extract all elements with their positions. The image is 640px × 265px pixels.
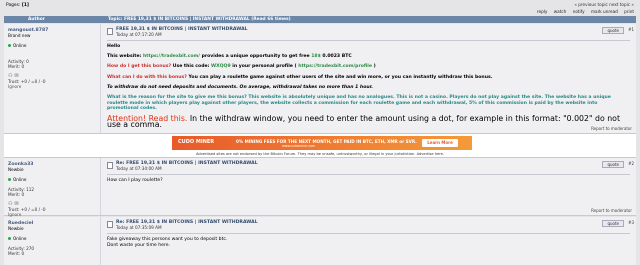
merit-count: Merit: 0: [8, 64, 25, 70]
ad-disclaimer: Advertised sites are not endorsed by the…: [196, 152, 444, 156]
website-line: This website: https://tradexbit.com/ pro…: [107, 54, 352, 60]
post-content: How can I play roulette?: [107, 178, 630, 184]
online-dot-icon: [8, 44, 11, 47]
online-status: Online: [8, 43, 96, 48]
post-body: Re: FREE 19,31 $ IN BITCOINS | INSTANT W…: [100, 217, 636, 265]
message-icon[interactable]: ✉: [14, 201, 18, 207]
ad-promo-text: 0% MINING FEES FOR THE NEXT MONTH, GET P…: [236, 139, 417, 144]
print-link[interactable]: print: [624, 9, 634, 14]
post-subject: FREE 19,31 $ IN BITCOINS | INSTANT WITHD…: [107, 27, 630, 37]
post-number[interactable]: #3: [628, 220, 634, 225]
post-subject: Re: FREE 19,31 $ IN BITCOINS | INSTANT W…: [107, 220, 630, 230]
topic-actions: reply watch notify mark unread print: [532, 9, 634, 14]
ad-logo: CUDO MINER: [178, 139, 215, 145]
post-3: Ruedeciel Newbie Online Activity: 270 Me…: [4, 217, 636, 265]
reply-link[interactable]: reply: [537, 9, 548, 14]
reply-line-2: Dont waste your time here.: [107, 242, 171, 248]
post-date: Today at 07:35:09 AM: [116, 225, 162, 230]
post-subject: Re: FREE 19,31 $ IN BITCOINS | INSTANT W…: [107, 161, 630, 171]
post-1: mangoust.8787 Brand new Online Activity:…: [4, 24, 636, 134]
ignore-link[interactable]: Ignore: [8, 84, 96, 89]
quote-button[interactable]: quote: [602, 161, 624, 168]
post-2: Zoonka33 Newbie Online Activity: 112 Mer…: [4, 158, 636, 217]
topic-title: Topic: FREE 19,31 $ IN BITCOINS | INSTAN…: [108, 17, 291, 22]
topic-navigation[interactable]: « previous topic next topic »: [574, 2, 634, 7]
post-number[interactable]: #1: [628, 27, 634, 32]
post-content: Fake giveaway this persons want you to d…: [107, 237, 630, 248]
watch-link[interactable]: watch: [554, 9, 567, 14]
ad-block: CUDO MINER 0% MINING FEES FOR THE NEXT M…: [4, 134, 636, 158]
profile-icon[interactable]: ⚇: [8, 201, 12, 207]
post-body: Re: FREE 19,31 $ IN BITCOINS | INSTANT W…: [100, 158, 636, 215]
notify-link[interactable]: notify: [573, 9, 585, 14]
post-author-panel: Zoonka33 Newbie Online Activity: 112 Mer…: [4, 158, 100, 217]
how-line: How do I get this bonus? Use this code: …: [107, 64, 376, 70]
online-dot-icon: [8, 178, 11, 181]
merit-count: Merit: 0: [8, 192, 25, 198]
author-rank: Newbie: [8, 167, 24, 172]
divider: [107, 233, 630, 234]
website-link[interactable]: https://tradexbit.com/: [143, 54, 200, 59]
mark-unread-link[interactable]: mark unread: [591, 9, 618, 14]
post-doc-icon: [107, 221, 113, 228]
pagination: Pages: [1]: [6, 3, 29, 8]
profile-icon[interactable]: ⚇: [8, 73, 12, 79]
thread-header: Author Topic: FREE 19,31 $ IN BITCOINS |…: [4, 16, 636, 23]
reason-line: What is the reason for the site to give …: [107, 94, 611, 112]
post-doc-icon: [107, 28, 113, 35]
author-rank: Newbie: [8, 226, 24, 231]
quote-button[interactable]: quote: [602, 27, 624, 34]
attention-line: Attention! Read this. In the withdraw wi…: [107, 114, 621, 129]
report-link[interactable]: Report to moderator: [591, 208, 632, 213]
post-author-panel: Ruedeciel Newbie Online Activity: 270 Me…: [4, 217, 100, 265]
post-author-panel: mangoust.8787 Brand new Online Activity:…: [4, 24, 100, 133]
quote-button[interactable]: quote: [602, 220, 624, 227]
author-column-header: Author: [28, 17, 45, 22]
top-bar: Pages: [1] « previous topic next topic »: [0, 0, 640, 9]
post-date: Today at 07:34:00 AM: [116, 166, 162, 171]
merit-count: Merit: 0: [8, 251, 25, 257]
post-doc-icon: [107, 162, 113, 169]
promo-code: WXQQ9: [211, 64, 231, 70]
post-date: Today at 07:17:20 AM: [116, 32, 162, 37]
ad-banner[interactable]: CUDO MINER 0% MINING FEES FOR THE NEXT M…: [172, 136, 472, 150]
current-page[interactable]: [1]: [22, 3, 29, 8]
post-body: FREE 19,31 $ IN BITCOINS | INSTANT WITHD…: [100, 24, 636, 133]
report-link[interactable]: Report to moderator: [591, 126, 632, 131]
message-icon[interactable]: ✉: [14, 73, 18, 79]
online-status: Online: [8, 236, 96, 241]
ad-promo-site: www.cudominer.com: [282, 144, 316, 148]
post-content: Hello This website: https://tradexbit.co…: [107, 44, 630, 128]
divider: [107, 40, 630, 41]
reply-text: How can I play roulette?: [107, 178, 163, 183]
online-status: Online: [8, 177, 96, 182]
divider: [107, 174, 630, 175]
learn-more-button[interactable]: Learn More: [422, 139, 458, 147]
profile-link[interactable]: https://tradexbit.com/profile: [298, 64, 372, 69]
author-rank: Brand new: [8, 33, 31, 38]
post-number[interactable]: #2: [628, 161, 634, 166]
deposit-line: To withdraw do not need deposits and doc…: [107, 84, 373, 90]
greeting: Hello: [107, 44, 121, 49]
online-dot-icon: [8, 237, 11, 240]
what-line: What can I do with this bonus? You can p…: [107, 74, 493, 80]
